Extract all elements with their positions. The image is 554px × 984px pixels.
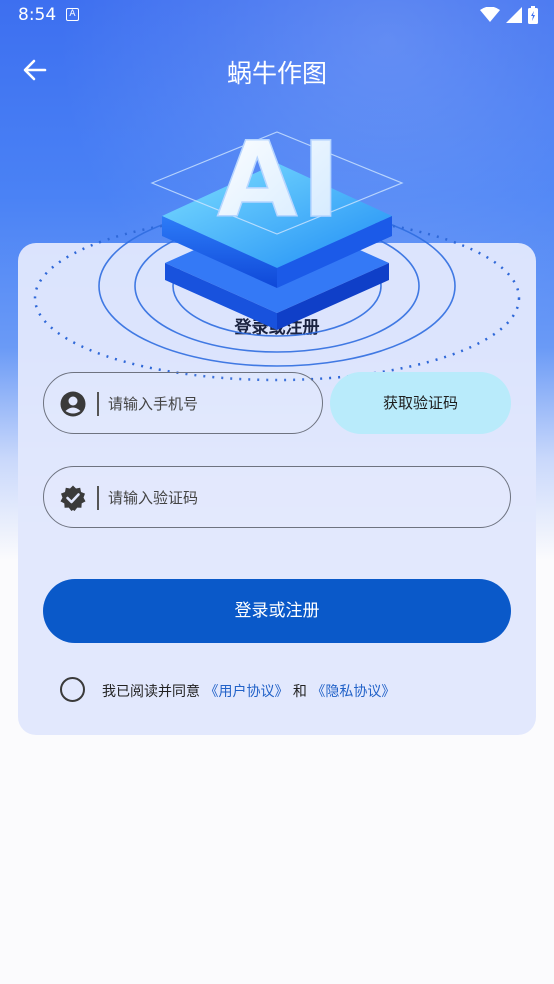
page-title: 蜗牛作图 <box>226 59 327 88</box>
user-agreement-link[interactable]: 《用户协议》 <box>204 684 288 700</box>
wifi-icon <box>480 7 500 22</box>
battery-icon <box>528 6 538 24</box>
login-register-button[interactable]: 登录或注册 <box>43 579 511 643</box>
code-placeholder: 请输入验证码 <box>108 489 199 507</box>
status-icons <box>480 6 538 24</box>
agreement-prefix: 我已阅读并同意 <box>102 684 200 700</box>
verified-badge-icon <box>60 485 86 511</box>
status-bar: 8:54 A <box>0 0 554 32</box>
privacy-policy-link[interactable]: 《隐私协议》 <box>311 684 395 700</box>
ai-hero-illustration: AI <box>33 118 521 382</box>
phone-placeholder: 请输入手机号 <box>108 395 199 413</box>
notification-icon: A <box>66 8 79 21</box>
code-input[interactable]: 请输入验证码 <box>43 466 511 528</box>
agreement-conjunction: 和 <box>292 684 307 700</box>
agreement-row: 我已阅读并同意 《用户协议》 和 《隐私协议》 <box>60 676 500 704</box>
input-divider <box>97 392 99 416</box>
user-icon <box>60 391 86 417</box>
status-time: 8:54 <box>18 5 57 25</box>
agreement-text: 我已阅读并同意 《用户协议》 和 《隐私协议》 <box>102 681 395 701</box>
agreement-checkbox[interactable] <box>60 677 85 702</box>
get-code-button[interactable]: 获取验证码 <box>330 372 511 434</box>
phone-input[interactable]: 请输入手机号 <box>43 372 323 434</box>
ai-logo-text: AI <box>217 119 344 241</box>
signal-icon <box>506 7 522 23</box>
input-divider <box>97 486 99 510</box>
app-header: 蜗牛作图 <box>0 40 554 100</box>
